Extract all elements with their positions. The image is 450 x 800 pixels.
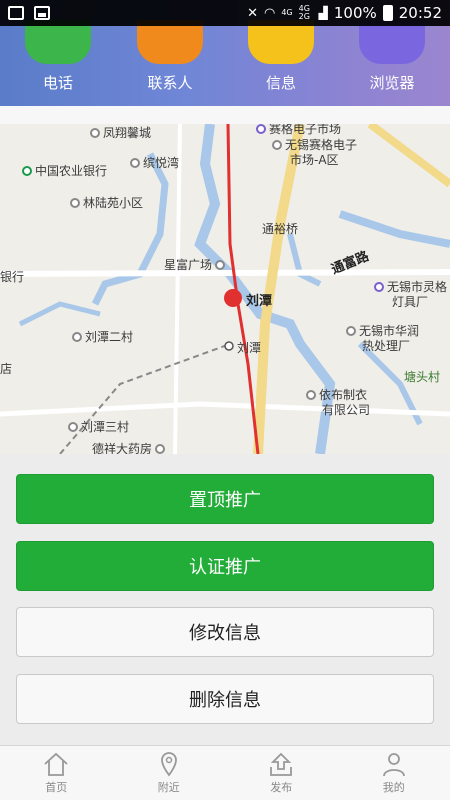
browser-icon xyxy=(359,20,425,64)
home-icon xyxy=(44,752,68,776)
map-label-text: 刘潭二村 xyxy=(85,330,134,344)
river xyxy=(338,210,450,248)
dock-app-label: 浏览器 xyxy=(369,74,415,92)
map-label: 星富广场 xyxy=(164,256,228,273)
map-label-text: 无锡市灵格 xyxy=(387,280,448,294)
map-label: 热处理厂 xyxy=(362,339,411,353)
dock-app-contacts[interactable]: 联系人 xyxy=(125,20,215,93)
nav-item-label: 附近 xyxy=(157,781,180,794)
dock-app-label: 电话 xyxy=(42,74,73,92)
bank-icon xyxy=(22,166,32,176)
poi-icon xyxy=(90,128,100,138)
clock: 20:52 xyxy=(398,4,442,22)
dock-app-browser[interactable]: 浏览器 xyxy=(347,20,437,93)
delete-info-button[interactable]: 删除信息 xyxy=(16,674,434,724)
map-label: 中国农业银行 xyxy=(22,162,107,179)
nav-item-mine[interactable]: 我的 xyxy=(338,746,450,800)
map-label: 刘潭二村 xyxy=(72,328,133,345)
nav-item-nearby[interactable]: 附近 xyxy=(113,746,226,800)
app-dock: 电话 联系人 信息 浏览器 xyxy=(0,20,450,106)
poi-icon xyxy=(68,422,78,432)
poi-icon xyxy=(72,332,82,342)
message-icon xyxy=(248,20,314,64)
map-label: 银行 xyxy=(0,270,25,284)
poi-icon xyxy=(374,282,384,292)
signal-icon: ▟ xyxy=(318,6,328,20)
map-view[interactable]: 凤翔馨城 中国农业银行 缤悦湾 林陆苑小区 赛格电子市场 无锡赛格电子 市场-A… xyxy=(0,124,450,454)
gallery-icon xyxy=(34,6,50,20)
publish-icon xyxy=(270,752,293,776)
map-label: 德祥大药房 xyxy=(92,440,168,454)
battery-icon xyxy=(382,5,393,21)
nav-item-label: 首页 xyxy=(45,781,68,794)
map-label: 林陆苑小区 xyxy=(70,194,143,211)
bus-stop-marker xyxy=(224,341,234,351)
poi-icon xyxy=(346,326,356,336)
top-promote-button[interactable]: 置顶推广 xyxy=(16,474,434,524)
location-pin-icon xyxy=(160,752,177,777)
network-type-2: 4G 2G xyxy=(298,4,310,21)
poi-icon xyxy=(256,124,266,134)
river xyxy=(18,301,101,327)
mute-icon: ✕ xyxy=(247,5,258,21)
poi-icon xyxy=(70,198,80,208)
metro-station-marker xyxy=(224,289,242,307)
wifi-icon: ◠ xyxy=(264,5,276,21)
poi-icon xyxy=(272,140,282,150)
map-label: 刘潭三村 xyxy=(68,418,129,435)
launcher-header: 电话 联系人 信息 浏览器 ✕ ◠ 4G 4G 2G ▟ 100% 20:52 xyxy=(0,0,450,106)
road-major xyxy=(253,124,305,454)
map-label: 缤悦湾 xyxy=(130,154,179,171)
map-label: 有限公司 xyxy=(322,403,371,417)
bus-stop-label: 刘潭 xyxy=(237,341,262,355)
edit-info-button[interactable]: 修改信息 xyxy=(16,607,434,657)
pharmacy-icon xyxy=(155,444,166,454)
dock-app-label: 联系人 xyxy=(147,74,193,92)
dock-app-label: 信息 xyxy=(265,74,296,92)
divider-strip xyxy=(0,106,450,124)
map-label: 凤翔馨城 xyxy=(90,124,151,141)
battery-level: 100% xyxy=(333,4,377,22)
status-bar: ✕ ◠ 4G 4G 2G ▟ 100% 20:52 xyxy=(0,0,450,26)
map-label: 塘头村 xyxy=(404,370,441,384)
bottom-nav: 首页 附近 发布 我的 xyxy=(0,745,450,800)
nav-item-home[interactable]: 首页 xyxy=(0,746,113,800)
map-label-text: 刘潭三村 xyxy=(81,420,130,434)
dock-app-messages[interactable]: 信息 xyxy=(236,20,326,93)
poi-icon xyxy=(306,390,316,400)
poi-icon xyxy=(215,260,226,270)
phone-icon xyxy=(25,20,91,64)
nav-item-publish[interactable]: 发布 xyxy=(225,746,338,800)
map-label-text: 中国农业银行 xyxy=(35,164,108,178)
road-major xyxy=(367,124,450,188)
map-label-text: 赛格电子市场 xyxy=(269,124,342,136)
network-type: 4G xyxy=(281,8,293,17)
contacts-icon xyxy=(137,20,203,64)
rail xyxy=(59,343,231,454)
map-label-text: 无锡市华润 xyxy=(359,324,420,338)
user-icon xyxy=(382,753,405,777)
map-label-text: 无锡赛格电子 xyxy=(285,138,358,152)
dock-app-phone[interactable]: 电话 xyxy=(13,20,103,93)
map-label: 灯具厂 xyxy=(392,295,429,309)
map-label-text: 德祥大药房 xyxy=(92,442,153,454)
map-label: 通裕桥 xyxy=(262,222,299,236)
map-label-text: 星富广场 xyxy=(164,258,213,272)
nav-item-label: 我的 xyxy=(382,781,405,794)
certify-promote-button[interactable]: 认证推广 xyxy=(16,541,434,591)
metro-station-label: 刘潭 xyxy=(246,294,273,309)
map-label-text: 凤翔馨城 xyxy=(103,126,152,140)
map-label-text: 依布制衣 xyxy=(319,388,368,402)
river xyxy=(287,233,322,287)
map-label-text: 缤悦湾 xyxy=(143,156,180,170)
map-label: 市场-A区 xyxy=(290,153,339,167)
map-label: 店 xyxy=(0,362,13,376)
road xyxy=(0,401,450,417)
poi-icon xyxy=(130,158,140,168)
notification-icon xyxy=(8,6,24,20)
nav-item-label: 发布 xyxy=(270,781,293,794)
map-label-text: 林陆苑小区 xyxy=(83,196,144,210)
